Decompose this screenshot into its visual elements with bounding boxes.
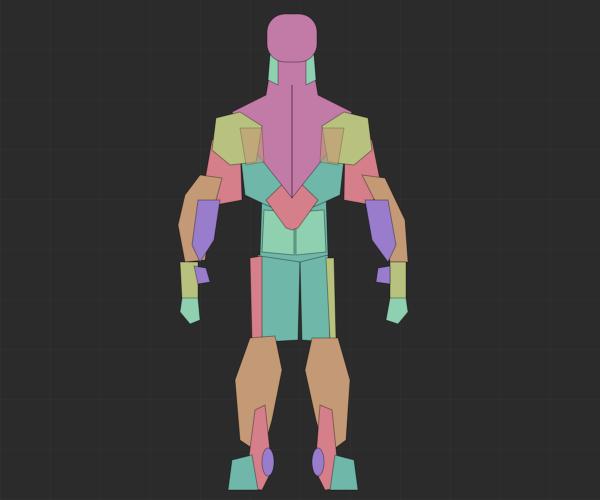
left-leg [227, 254, 301, 491]
right-leg [299, 254, 359, 491]
head [266, 13, 318, 63]
3d-viewport[interactable] [0, 0, 600, 500]
left-arm [177, 139, 243, 325]
anatomy-figure-back-view [177, 13, 409, 491]
right-arm [343, 139, 409, 325]
